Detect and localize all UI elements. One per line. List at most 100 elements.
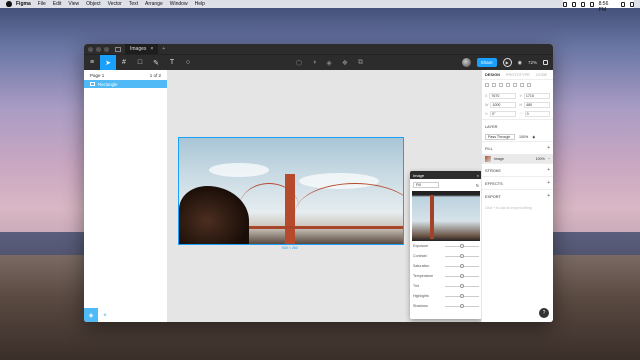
layers-tab-icon[interactable]: ◈ bbox=[84, 308, 98, 322]
tab-code[interactable]: CODE bbox=[536, 72, 547, 77]
w-field[interactable]: 1000 bbox=[490, 101, 516, 108]
menu-app[interactable]: Figma bbox=[16, 1, 31, 7]
page-selector[interactable]: Page 1 1 of 2 bbox=[84, 70, 167, 80]
adjust-slider[interactable] bbox=[445, 254, 479, 258]
adjust-label: Tint bbox=[413, 284, 419, 288]
page-label: Page 1 bbox=[90, 72, 105, 78]
adjust-slider[interactable] bbox=[445, 244, 479, 248]
y-label: Y bbox=[519, 93, 522, 98]
layers-icon[interactable]: ❖ bbox=[342, 59, 348, 67]
w-label: W bbox=[485, 102, 489, 107]
add-stroke-icon[interactable]: + bbox=[547, 167, 550, 173]
volume-icon[interactable] bbox=[580, 1, 585, 7]
align-right-icon[interactable] bbox=[499, 83, 503, 87]
apple-icon[interactable] bbox=[6, 1, 12, 7]
adjust-slider[interactable] bbox=[445, 274, 479, 278]
image-mode-select[interactable]: Fill bbox=[413, 182, 439, 188]
menu-vector[interactable]: Vector bbox=[108, 1, 122, 7]
layer-item[interactable]: Rectangle bbox=[84, 80, 167, 88]
comment-tool-icon[interactable]: ○ bbox=[180, 55, 196, 71]
panel-toggle-icon[interactable] bbox=[543, 60, 548, 65]
tab-design[interactable]: DESIGN bbox=[485, 72, 500, 77]
align-bottom-icon[interactable] bbox=[520, 83, 524, 87]
selected-image-rectangle[interactable] bbox=[178, 137, 404, 245]
rotate-icon[interactable]: ↻ bbox=[476, 183, 479, 188]
component-icon[interactable]: ⬡ bbox=[296, 59, 302, 67]
align-center-icon[interactable] bbox=[492, 83, 496, 87]
menu-text[interactable]: Text bbox=[129, 1, 138, 7]
tab-images[interactable]: Images × bbox=[125, 44, 159, 54]
close-icon[interactable]: × bbox=[477, 173, 479, 178]
pen-tool-icon[interactable]: ✎ bbox=[148, 55, 164, 71]
add-effect-icon[interactable]: + bbox=[547, 180, 550, 186]
image-swatch-icon[interactable] bbox=[485, 155, 491, 162]
move-tool-icon[interactable]: ➤ bbox=[100, 54, 116, 71]
menu-window[interactable]: Window bbox=[170, 1, 188, 7]
fill-opacity[interactable]: 100% bbox=[536, 157, 545, 161]
menu-object[interactable]: Object bbox=[86, 1, 100, 7]
align-top-icon[interactable] bbox=[506, 83, 510, 87]
menu-arrange[interactable]: Arrange bbox=[145, 1, 163, 7]
remove-fill-icon[interactable]: − bbox=[548, 157, 550, 161]
close-tab-icon[interactable]: × bbox=[150, 46, 153, 52]
wifi-icon[interactable] bbox=[571, 1, 576, 7]
shape-tool-icon[interactable]: □ bbox=[132, 55, 148, 71]
zoom-button[interactable] bbox=[104, 46, 109, 52]
tab-prototype[interactable]: PROTOTYPE bbox=[506, 72, 530, 77]
files-icon[interactable] bbox=[115, 46, 121, 52]
slider-knob[interactable] bbox=[460, 274, 464, 278]
adjust-slider[interactable] bbox=[445, 294, 479, 298]
menu-list-icon[interactable] bbox=[630, 1, 634, 7]
eye-icon[interactable]: ◉ bbox=[518, 60, 522, 66]
dropbox-icon[interactable] bbox=[563, 1, 567, 7]
battery-icon[interactable] bbox=[589, 1, 594, 7]
distribute-icon[interactable] bbox=[527, 83, 531, 87]
avatar[interactable] bbox=[461, 58, 471, 67]
rotation-label: ↻ bbox=[485, 111, 489, 116]
radius-field[interactable]: 0 bbox=[524, 110, 550, 117]
union-icon[interactable]: ◈ bbox=[326, 59, 331, 67]
menu-file[interactable]: File bbox=[38, 1, 46, 7]
slider-knob[interactable] bbox=[460, 304, 464, 308]
visibility-icon[interactable]: ◉ bbox=[532, 135, 535, 139]
adjust-slider[interactable] bbox=[445, 304, 479, 308]
slider-knob[interactable] bbox=[460, 294, 464, 298]
minimize-button[interactable] bbox=[96, 46, 101, 52]
fill-row[interactable]: Image 100% − bbox=[482, 154, 553, 163]
h-field[interactable]: 480 bbox=[524, 101, 550, 108]
add-fill-icon[interactable]: + bbox=[547, 145, 550, 151]
frame-tool-icon[interactable]: # bbox=[116, 55, 132, 71]
new-tab-icon[interactable]: + bbox=[162, 46, 165, 52]
help-icon[interactable]: ? bbox=[539, 308, 549, 318]
search-icon[interactable] bbox=[621, 1, 626, 7]
opacity-value[interactable]: 100% bbox=[519, 135, 528, 139]
zoom-level[interactable]: 72% bbox=[528, 60, 537, 65]
adjust-slider[interactable] bbox=[445, 264, 479, 268]
share-button[interactable]: Share bbox=[476, 58, 497, 67]
slider-knob[interactable] bbox=[460, 264, 464, 268]
menu-icon[interactable]: ≡ bbox=[84, 55, 100, 71]
menu-view[interactable]: View bbox=[68, 1, 79, 7]
slider-knob[interactable] bbox=[460, 284, 464, 288]
mask-icon[interactable]: ◑ bbox=[312, 59, 316, 67]
blend-mode-select[interactable]: Pass Through bbox=[485, 133, 515, 140]
text-tool-icon[interactable]: T bbox=[164, 55, 180, 71]
add-export-icon[interactable]: + bbox=[547, 193, 550, 199]
clock[interactable]: Sat 8:56 PM bbox=[599, 0, 617, 13]
align-left-icon[interactable] bbox=[485, 83, 489, 87]
flatten-icon[interactable]: ⧉ bbox=[358, 59, 363, 67]
rotation-field[interactable]: 0° bbox=[490, 110, 516, 117]
components-tab-icon[interactable]: ✦ bbox=[98, 308, 112, 322]
tab-label: Images bbox=[130, 46, 147, 52]
slider-knob[interactable] bbox=[460, 244, 464, 248]
align-middle-icon[interactable] bbox=[513, 83, 517, 87]
y-field[interactable]: 1715 bbox=[523, 92, 550, 99]
close-button[interactable] bbox=[88, 46, 93, 52]
image-preview[interactable] bbox=[412, 191, 480, 241]
x-field[interactable]: 7670 bbox=[489, 92, 516, 99]
adjust-slider[interactable] bbox=[445, 284, 479, 288]
menu-edit[interactable]: Edit bbox=[53, 1, 62, 7]
menu-help[interactable]: Help bbox=[195, 1, 205, 7]
play-icon[interactable]: ▶ bbox=[502, 58, 512, 67]
slider-knob[interactable] bbox=[460, 254, 464, 258]
